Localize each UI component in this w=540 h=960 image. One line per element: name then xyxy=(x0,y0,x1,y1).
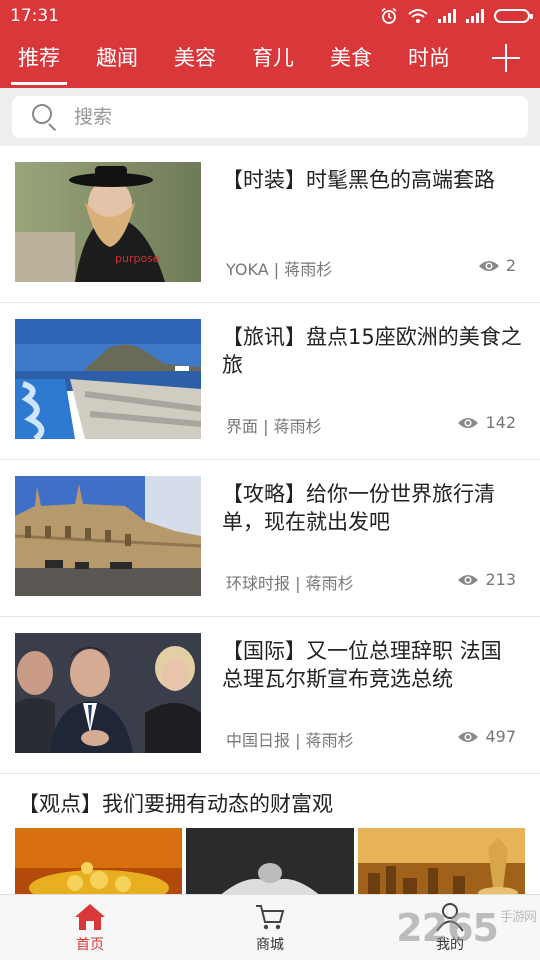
article-item[interactable]: 【国际】又一位总理辞职 法国总理瓦尔斯宣布竞选总统 中国日报 | 蒋雨杉 497 xyxy=(0,617,540,774)
article-views: 142 xyxy=(457,413,516,432)
article-item[interactable]: 【攻略】给你一份世界旅行清单，现在就出发吧 环球时报 | 蒋雨杉 213 xyxy=(0,460,540,617)
tab-parenting[interactable]: 育儿 xyxy=(234,32,312,88)
article-item[interactable]: purpose 【时装】时髦黑色的高端套路 YOKA | 蒋雨杉 2 xyxy=(0,146,540,303)
article-thumbnail-fashion: purpose xyxy=(15,162,201,282)
tab-fashion[interactable]: 时尚 xyxy=(390,32,468,88)
article-author: 蒋雨杉 xyxy=(305,574,354,593)
tab-fun[interactable]: 趣闻 xyxy=(78,32,156,88)
nav-mall[interactable]: 商城 xyxy=(180,895,360,960)
category-tabs: 推荐 趣闻 美容 育儿 美食 时尚 xyxy=(0,32,540,88)
watermark-text: 2265 xyxy=(396,906,499,950)
article-meta: YOKA | 蒋雨杉 xyxy=(226,260,333,279)
article-thumbnail-coast xyxy=(15,319,201,439)
article-feed: purpose 【时装】时髦黑色的高端套路 YOKA | 蒋雨杉 2 【旅讯】盘… xyxy=(0,146,540,774)
article-source: 界面 xyxy=(226,417,259,436)
article-title: 【观点】我们要拥有动态的财富观 xyxy=(18,792,333,816)
article-title: 【国际】又一位总理辞职 法国总理瓦尔斯宣布竞选总统 xyxy=(222,639,502,691)
article-views: 497 xyxy=(457,727,516,746)
eye-icon xyxy=(458,574,479,585)
nav-label: 商城 xyxy=(256,936,284,953)
article-views: 2 xyxy=(478,256,516,275)
article-author: 蒋雨杉 xyxy=(273,417,322,436)
view-count: 142 xyxy=(485,413,516,432)
view-count: 497 xyxy=(485,727,516,746)
search-input[interactable] xyxy=(74,106,454,128)
eye-icon xyxy=(478,260,499,271)
tab-food[interactable]: 美食 xyxy=(312,32,390,88)
status-icons xyxy=(380,7,533,25)
article-meta: 环球时报 | 蒋雨杉 xyxy=(226,574,354,593)
eye-icon xyxy=(458,731,479,742)
article-meta: 界面 | 蒋雨杉 xyxy=(226,417,322,436)
status-bar: 17:31 xyxy=(0,0,540,32)
search-area xyxy=(0,88,540,146)
article-views: 213 xyxy=(457,570,516,589)
article-source: YOKA xyxy=(226,260,269,279)
article-author: 蒋雨杉 xyxy=(284,260,333,279)
battery-icon xyxy=(494,9,533,23)
tab-beauty[interactable]: 美容 xyxy=(156,32,234,88)
article-author: 蒋雨杉 xyxy=(305,731,354,750)
watermark-suffix: 手游网 xyxy=(499,910,537,925)
view-count: 213 xyxy=(485,570,516,589)
article-thumbnail-politician xyxy=(15,633,201,753)
search-box[interactable] xyxy=(12,96,528,138)
add-tab-icon[interactable] xyxy=(492,44,520,72)
tab-recommend[interactable]: 推荐 xyxy=(0,32,78,88)
eye-icon xyxy=(458,417,479,428)
article-item[interactable]: 【旅讯】盘点15座欧洲的美食之旅 界面 | 蒋雨杉 142 xyxy=(0,303,540,460)
cart-icon xyxy=(256,904,285,929)
view-count: 2 xyxy=(505,256,516,275)
nav-label: 首页 xyxy=(76,936,104,953)
article-source: 环球时报 xyxy=(226,574,291,593)
article-item-wide[interactable]: 【观点】我们要拥有动态的财富观 xyxy=(0,776,540,908)
watermark-logo: 2265 手游网 xyxy=(396,906,537,950)
signal-icon xyxy=(438,9,456,23)
svg-text:purpose: purpose xyxy=(115,252,160,265)
article-title: 【旅讯】盘点15座欧洲的美食之旅 xyxy=(222,325,522,377)
signal-icon-2 xyxy=(466,9,484,23)
home-icon xyxy=(75,903,105,930)
wifi-icon xyxy=(408,9,428,23)
nav-home[interactable]: 首页 xyxy=(0,895,180,960)
article-title: 【时装】时髦黑色的高端套路 xyxy=(222,168,495,192)
article-title: 【攻略】给你一份世界旅行清单，现在就出发吧 xyxy=(222,482,495,534)
article-thumbnail-cathedral xyxy=(15,476,201,596)
article-source: 中国日报 xyxy=(226,731,291,750)
alarm-icon xyxy=(381,7,397,24)
article-meta: 中国日报 | 蒋雨杉 xyxy=(226,731,354,750)
status-time: 17:31 xyxy=(10,6,59,26)
search-icon xyxy=(32,104,58,132)
